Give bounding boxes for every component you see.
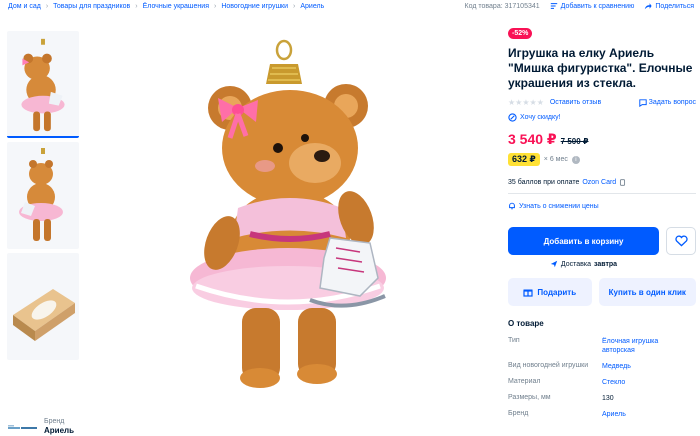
price-block: 3 540 ₽ 7 500 ₽ (508, 131, 696, 148)
favorite-button[interactable] (666, 227, 696, 255)
question-icon (638, 98, 647, 107)
card-icon (620, 179, 626, 186)
leave-review-link[interactable]: Оставить отзыв (550, 99, 601, 106)
breadcrumb-item[interactable]: Новогодние игрушки (221, 3, 288, 10)
delivery-when: завтра (593, 260, 618, 268)
installment-term: × 6 мес (543, 156, 568, 163)
secondary-actions: Подарить Купить в один клик (508, 278, 696, 306)
cart-row: Добавить в корзину (508, 227, 696, 255)
old-price: 7 500 ₽ (560, 137, 589, 146)
spec-row: Вид новогодней игрушки Медведь (508, 362, 696, 371)
breadcrumb-item[interactable]: Товары для праздников (53, 3, 130, 10)
breadcrumb-item[interactable]: Ариель (300, 3, 324, 10)
heart-icon (674, 235, 688, 247)
specs-list: Тип Ёлочная игрушка авторская Вид нового… (508, 337, 696, 419)
delivery-label: Доставка (560, 260, 591, 268)
thumbnail-gallery (7, 31, 79, 364)
rating-stars[interactable]: ★★★★★ (508, 98, 544, 107)
info-icon[interactable]: i (571, 155, 580, 164)
gift-icon (523, 289, 534, 297)
current-price: 3 540 ₽ (508, 131, 557, 147)
wish-discount-link[interactable]: Хочу скидку! (508, 113, 696, 122)
gift-box-thumbnail (13, 289, 75, 341)
thumbnail-2[interactable] (7, 142, 79, 249)
breadcrumb-item[interactable]: Ёлочные украшения (143, 3, 209, 10)
bear-ornament-side-thumbnail (19, 148, 63, 241)
spec-key: Тип (508, 337, 520, 344)
delivery-info: Доставка завтра (508, 260, 659, 268)
points-text: 35 баллов при оплате (508, 179, 580, 186)
gift-button[interactable]: Подарить (508, 278, 592, 306)
ask-question-link[interactable]: Задать вопрос (638, 98, 696, 107)
share-button[interactable]: Поделиться (644, 2, 694, 10)
buy-one-click-button[interactable]: Купить в один клик (598, 278, 696, 306)
compare-button[interactable]: Добавить к сравнению (550, 2, 635, 10)
thumbnail-3[interactable] (7, 253, 79, 360)
spec-value: 130 (602, 395, 614, 402)
ozon-card-link[interactable]: Ozon Card (582, 179, 616, 186)
spec-row: Материал Стекло (508, 378, 696, 387)
chevron-right-icon: › (135, 2, 138, 10)
thumbnail-1[interactable] (7, 31, 79, 138)
spec-key: Бренд (508, 410, 529, 417)
about-title: О товаре (508, 319, 544, 328)
spec-key: Размеры, мм (508, 394, 551, 401)
brand-logo (8, 424, 37, 429)
spec-key: Вид новогодней игрушки (508, 362, 589, 369)
add-to-cart-button[interactable]: Добавить в корзину (508, 227, 659, 255)
product-info-panel: -52% Игрушка на елку Ариель "Мишка фигур… (508, 22, 696, 426)
discount-badge: -52% (508, 28, 533, 39)
breadcrumb: Дом и сад › Товары для праздников › Ёлоч… (8, 0, 324, 12)
star-icon: ★ (529, 98, 537, 107)
compare-label: Добавить к сравнению (560, 2, 635, 10)
star-icon: ★ (522, 98, 530, 107)
compare-icon (550, 3, 557, 9)
discount-tag-icon (508, 113, 517, 122)
installment-row[interactable]: 632 ₽ × 6 мес i (508, 153, 696, 166)
spec-row: Бренд Ариель (508, 410, 696, 419)
product-code[interactable]: Код товара: 317105341 (465, 3, 540, 10)
brand-label: Бренд (44, 418, 65, 425)
installment-price: 632 ₽ (508, 153, 540, 166)
wish-discount-label: Хочу скидку! (520, 114, 561, 121)
brand-name: Ариель (44, 426, 75, 435)
spec-value[interactable]: Медведь (602, 362, 631, 371)
chevron-right-icon: › (293, 2, 296, 10)
product-title: Игрушка на елку Ариель "Мишка фигуристка… (508, 46, 693, 90)
divider (508, 193, 696, 194)
spec-value[interactable]: Ариель (602, 410, 626, 419)
top-actions: Код товара: 317105341 Добавить к сравнен… (465, 0, 694, 12)
bear-ornament-thumbnail (21, 38, 65, 132)
gift-label: Подарить (537, 287, 577, 297)
spec-value[interactable]: Стекло (602, 378, 625, 387)
notify-label: Узнать о снижении цены (519, 202, 599, 210)
points-row: 35 баллов при оплате Ozon Card (508, 179, 696, 186)
spec-key: Материал (508, 378, 541, 385)
share-label: Поделиться (655, 2, 694, 10)
brand-info[interactable]: Бренд Ариель (8, 418, 74, 435)
spec-row: Тип Ёлочная игрушка авторская (508, 337, 696, 355)
star-icon: ★ (536, 98, 544, 107)
share-icon (645, 3, 652, 10)
hanger-cap (266, 39, 302, 84)
breadcrumb-item[interactable]: Дом и сад (8, 3, 41, 10)
chevron-right-icon: › (45, 2, 49, 10)
spec-row: Размеры, мм 130 (508, 394, 696, 403)
chevron-right-icon: › (214, 2, 217, 10)
product-main-image[interactable] (160, 38, 420, 393)
bell-icon (509, 202, 515, 210)
price-drop-notify-link[interactable]: Узнать о снижении цены (508, 202, 696, 210)
spec-value[interactable]: Ёлочная игрушка авторская (602, 337, 674, 355)
plane-icon (550, 260, 558, 268)
ask-question-label: Задать вопрос (648, 99, 696, 106)
rating-row: ★★★★★ Оставить отзыв Задать вопрос (508, 98, 696, 107)
